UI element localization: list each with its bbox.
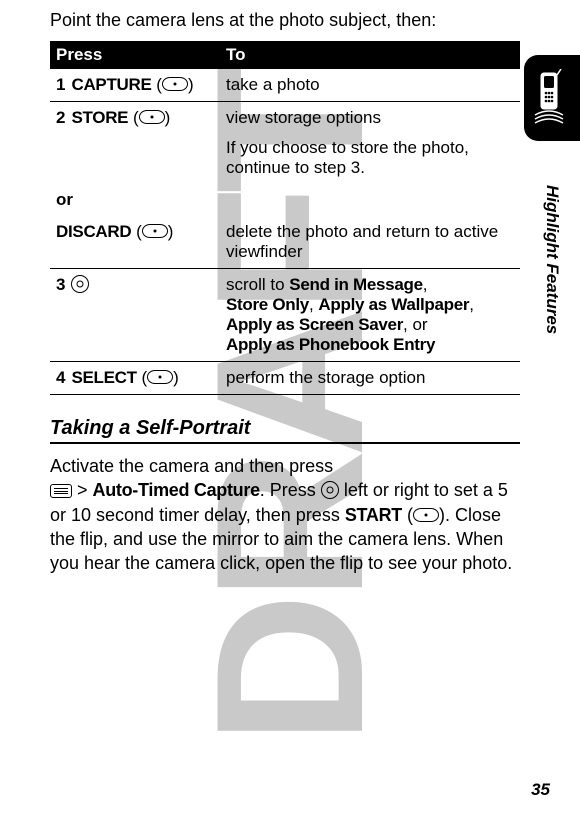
step-number: 3 (56, 275, 65, 295)
menu-option: Send in Message (289, 275, 422, 294)
section-heading: Taking a Self-Portrait (50, 417, 520, 444)
text: Activate the camera and then press (50, 456, 333, 476)
side-tab-strip (524, 55, 580, 145)
cell-action-extra: If you choose to store the photo, contin… (226, 138, 514, 178)
text: . Press (260, 480, 321, 500)
cell-action: delete the photo and return to active vi… (220, 216, 520, 269)
body-paragraph: Activate the camera and then press > Aut… (50, 454, 520, 575)
side-section-label: Highlight Features (542, 185, 562, 334)
table-row: 1 CAPTURE () take a photo (50, 69, 520, 102)
menu-key-icon (50, 484, 72, 498)
softkey-icon (147, 370, 173, 384)
steps-table: Press To 1 CAPTURE () take a photo (50, 41, 520, 395)
col-to: To (220, 41, 520, 69)
step-number: 2 (56, 108, 65, 128)
phone-tab (524, 55, 580, 141)
cell-action: scroll to Send in Message, Store Only, A… (220, 269, 520, 362)
text: ( (402, 505, 413, 525)
key-label: STORE (71, 108, 128, 127)
table-row: or (50, 184, 520, 216)
softkey-icon (413, 508, 439, 522)
cell-action: perform the storage option (220, 362, 520, 395)
key-label: DISCARD (56, 222, 131, 241)
text: > (72, 480, 93, 500)
key-label: SELECT (71, 368, 136, 387)
menu-option: Apply as Wallpaper (318, 295, 469, 314)
col-press: Press (50, 41, 220, 69)
text: scroll to (226, 275, 289, 294)
step-number: 4 (56, 368, 65, 388)
or-text: or (56, 190, 73, 209)
cell-action: view storage options (226, 108, 514, 128)
softkey-icon (162, 77, 188, 91)
table-row: 2 STORE () view storage options If you c… (50, 102, 520, 185)
page-number: 35 (531, 780, 550, 800)
nav-key-icon (71, 275, 89, 293)
key-label: CAPTURE (71, 75, 151, 94)
key-label: START (345, 505, 402, 525)
menu-option: Auto-Timed Capture (93, 480, 260, 500)
softkey-icon (139, 110, 165, 124)
menu-option: Apply as Screen Saver (226, 315, 403, 334)
page-content: Point the camera lens at the photo subje… (0, 0, 580, 585)
softkey-icon (142, 224, 168, 238)
cell-action: take a photo (220, 69, 520, 102)
step-number: 1 (56, 75, 65, 95)
menu-option: Apply as Phonebook Entry (226, 335, 435, 354)
phone-icon (532, 69, 572, 127)
table-row: DISCARD () delete the photo and return t… (50, 216, 520, 269)
table-row: 4 SELECT () perform the storage option (50, 362, 520, 395)
menu-option: Store Only (226, 295, 309, 314)
nav-key-icon (321, 481, 339, 499)
table-row: 3 scroll to Send in Message, Store Only,… (50, 269, 520, 362)
text: , or (403, 315, 428, 334)
intro-text: Point the camera lens at the photo subje… (50, 10, 520, 31)
